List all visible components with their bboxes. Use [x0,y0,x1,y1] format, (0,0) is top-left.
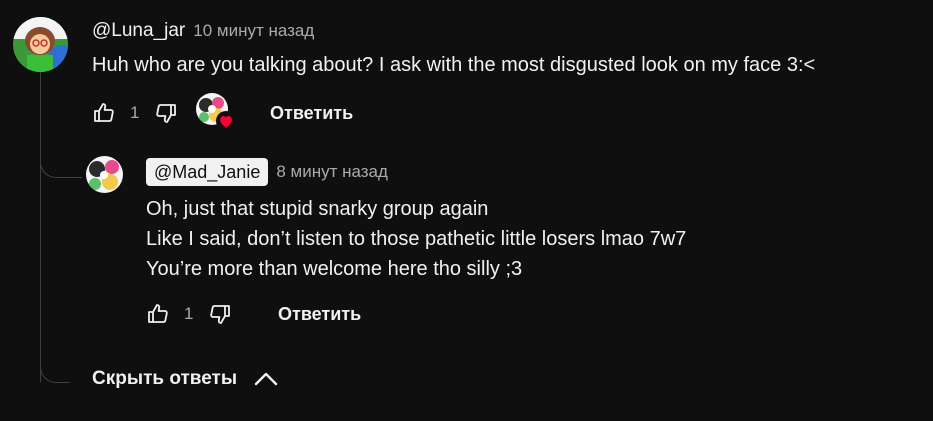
reply-text-line: Oh, just that stupid snarky group again [146,198,489,220]
reply-header: @Mad_Janie 8 минут назад [146,158,388,186]
hide-replies-label: Скрыть ответы [92,368,238,389]
comment-header: @Luna_jar 10 минут назад [92,20,314,42]
author-handle[interactable]: @Luna_jar [92,20,185,42]
thumbs-down-icon [210,305,230,324]
reply-button[interactable]: Ответить [266,298,373,331]
reply-button[interactable]: Ответить [258,97,365,130]
like-button[interactable] [144,300,172,328]
comment-time[interactable]: 10 минут назад [193,21,314,41]
reply-time[interactable]: 8 минут назад [276,162,388,182]
avatar[interactable] [13,17,68,72]
creator-heart [196,93,236,133]
dislike-button[interactable] [152,99,180,127]
reply-actions: 1 Ответить [144,296,373,332]
dislike-button[interactable] [206,300,234,328]
reply-avatar[interactable] [86,156,123,193]
chevron-up-icon [254,372,278,386]
thumbs-down-icon [156,104,176,123]
hide-replies-button[interactable]: Скрыть ответы [92,368,279,390]
like-button[interactable] [90,99,118,127]
comment-thread: @Luna_jar 10 минут назад Huh who are you… [0,0,933,421]
thumbs-up-icon [148,304,168,323]
like-count: 1 [184,304,194,323]
reply-text-line: Like I said, don’t listen to those pathe… [146,228,687,250]
reply-text-line: You’re more than welcome here tho silly … [146,258,523,280]
reply-connector [40,142,82,178]
author-handle-chip[interactable]: @Mad_Janie [146,158,269,186]
hide-connector [40,345,70,383]
comment-text: Huh who are you talking about? I ask wit… [92,54,816,76]
comment-actions: 1 Ответить [90,93,365,133]
heart-icon [216,111,236,131]
thread-line [40,72,41,382]
like-count: 1 [130,103,140,122]
thumbs-up-icon [94,103,114,122]
